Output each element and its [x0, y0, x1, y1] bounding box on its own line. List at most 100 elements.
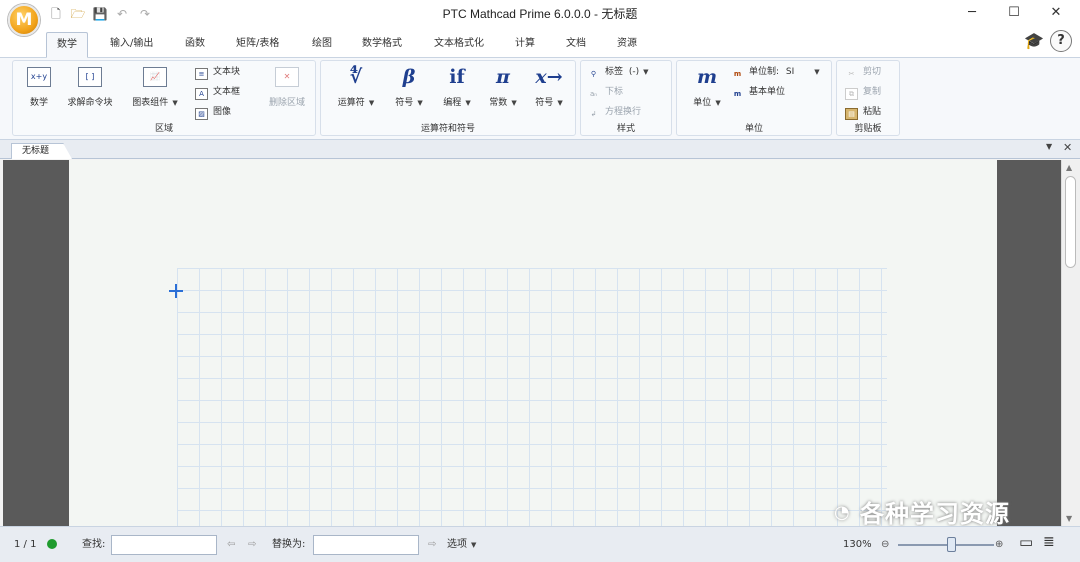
worksheet-grid[interactable]	[177, 268, 887, 526]
page-indicator: 1 / 1	[14, 539, 37, 550]
subscript-button[interactable]: aₙ 下标	[587, 84, 623, 100]
equation-break-button[interactable]: ↲ 方程换行	[587, 104, 641, 120]
group-label: 单位	[744, 124, 763, 134]
cut-button[interactable]: ✂ 剪切	[845, 64, 881, 80]
symbols-label: 符号	[395, 98, 414, 108]
if-icon: if	[449, 66, 465, 88]
tab-document[interactable]: 文档	[556, 32, 596, 58]
chart-component-label: 图表组件	[132, 98, 169, 108]
copy-button[interactable]: ⧉ 复制	[845, 84, 881, 100]
unit-system-dropdown[interactable]: m 单位制: SI ▼	[731, 64, 820, 80]
scroll-up-icon[interactable]: ▲	[1066, 163, 1072, 172]
image-button[interactable]: ▨ 图像	[195, 104, 231, 120]
delete-region-icon: ✕	[275, 67, 299, 87]
calc-status-icon	[47, 539, 57, 549]
solve-block-button[interactable]: [ ] 求解命令块	[63, 65, 117, 108]
maximize-button[interactable]: ☐	[993, 0, 1035, 26]
symbolics-label: 符号	[535, 98, 554, 108]
find-input[interactable]	[111, 535, 217, 555]
equation-break-label: 方程换行	[605, 107, 642, 117]
tab-list-dropdown-icon[interactable]: ▼	[1046, 142, 1052, 151]
units-label: 单位	[693, 98, 712, 108]
ribbon-tab-row: 数学 输入/输出 函数 矩阵/表格 绘图 数学格式 文本格式化 计算 文档 资源	[0, 28, 1080, 58]
unit-system-value: SI	[785, 67, 795, 77]
replace-go-icon[interactable]: ⇨	[428, 538, 436, 552]
save-icon[interactable]: 💾	[92, 6, 108, 22]
tab-io[interactable]: 输入/输出	[100, 32, 163, 58]
paste-label: 粘贴	[863, 107, 882, 117]
group-clipboard: ✂ 剪切 ⧉ 复制 ▤ 粘贴 剪贴板	[836, 60, 900, 136]
text-box-icon: A	[195, 88, 208, 100]
replace-input[interactable]	[313, 535, 419, 555]
tab-math[interactable]: 数学	[46, 32, 88, 58]
find-previous-icon[interactable]: ⇦	[227, 538, 235, 552]
scroll-thumb[interactable]	[1065, 176, 1076, 268]
text-box-button[interactable]: A 文本框	[195, 84, 240, 100]
new-document-icon[interactable]: 🗋	[48, 6, 64, 22]
programming-button[interactable]: if 编程 ▼	[435, 65, 479, 108]
close-button[interactable]: ✕	[1035, 0, 1077, 26]
app-window: M 🗋 🗁 💾 ↶ ↷ PTC Mathcad Prime 6.0.0.0 - …	[0, 0, 1080, 562]
document-tab[interactable]: 无标题	[11, 143, 73, 159]
symbols-button[interactable]: β 符号 ▼	[387, 65, 431, 108]
worksheet-area[interactable]	[3, 160, 1061, 526]
operators-label: 运算符	[337, 98, 365, 108]
constants-button[interactable]: π 常数 ▼	[481, 65, 525, 108]
find-next-icon[interactable]: ⇨	[248, 538, 256, 552]
ribbon: x+y 数学 [ ] 求解命令块 📈 图表组件 ▼ ≡ 文本块 A 文本框 ▨ 图像 ✕	[0, 58, 1080, 140]
vertical-scrollbar[interactable]: ▲ ▼	[1061, 160, 1080, 526]
base-unit-button[interactable]: m 基本单位	[731, 84, 785, 100]
zoom-out-icon[interactable]: ⊖	[881, 538, 889, 552]
operators-button[interactable]: ∜ 运算符 ▼	[331, 65, 381, 108]
tab-math-format[interactable]: 数学格式	[352, 32, 412, 58]
text-block-button[interactable]: ≡ 文本块	[195, 64, 240, 80]
draft-view-icon[interactable]: ≣	[1043, 535, 1055, 549]
unit-system-icon: m	[733, 70, 742, 78]
zoom-slider-thumb[interactable]	[947, 537, 956, 552]
mathcad-logo-button[interactable]: M	[8, 4, 40, 36]
symbolics-button[interactable]: x→ 符号 ▼	[527, 65, 571, 108]
label-dropdown[interactable]: ⚲ 标签 (-) ▼	[587, 64, 649, 80]
programming-label: 编程	[443, 98, 462, 108]
image-icon: ▨	[195, 108, 208, 120]
symbolic-arrow-icon: x→	[535, 66, 563, 88]
tab-functions[interactable]: 函数	[175, 32, 215, 58]
learning-hat-icon[interactable]: 🎓	[1022, 31, 1046, 53]
label-label: 标签	[605, 67, 624, 77]
base-unit-label: 基本单位	[749, 87, 786, 97]
text-box-label: 文本框	[213, 87, 241, 97]
group-label: 剪贴板	[854, 124, 882, 134]
delete-region-label: 删除区域	[268, 98, 305, 108]
solve-block-icon: [ ]	[78, 67, 102, 87]
tab-resources[interactable]: 资源	[607, 32, 647, 58]
help-button[interactable]: ?	[1050, 30, 1072, 52]
label-value: (-)	[628, 67, 640, 77]
zoom-level: 130%	[843, 539, 872, 550]
tab-text-format[interactable]: 文本格式化	[424, 32, 494, 58]
tab-calculation[interactable]: 计算	[505, 32, 545, 58]
paste-button[interactable]: ▤ 粘贴	[845, 104, 881, 120]
math-region-label: 数学	[29, 98, 48, 108]
zoom-slider-track[interactable]	[898, 544, 994, 546]
unit-system-label: 单位制:	[749, 67, 780, 77]
options-button[interactable]: 选项 ▼	[447, 538, 476, 552]
unit-m-icon: m	[696, 66, 718, 88]
close-document-icon[interactable]: ✕	[1063, 141, 1072, 154]
page-view-icon[interactable]: ▭	[1019, 535, 1033, 550]
redo-icon[interactable]: ↷	[137, 6, 153, 22]
chart-component-button[interactable]: 📈 图表组件 ▼	[125, 65, 185, 108]
open-folder-icon[interactable]: 🗁	[70, 6, 86, 22]
group-units: m 单位 ▼ m 单位制: SI ▼ m 基本单位 单位	[676, 60, 832, 136]
tab-plots[interactable]: 绘图	[302, 32, 342, 58]
scroll-down-icon[interactable]: ▼	[1066, 514, 1072, 523]
undo-icon[interactable]: ↶	[114, 6, 130, 22]
image-label: 图像	[213, 107, 232, 117]
zoom-in-icon[interactable]: ⊕	[995, 538, 1003, 552]
subscript-icon: aₙ	[589, 90, 598, 98]
minimize-button[interactable]: ─	[951, 0, 993, 26]
math-region-button[interactable]: x+y 数学	[21, 65, 57, 108]
tab-matrix[interactable]: 矩阵/表格	[226, 32, 289, 58]
delete-region-button[interactable]: ✕ 删除区域	[263, 65, 311, 108]
worksheet-page[interactable]	[69, 160, 997, 526]
units-button[interactable]: m 单位 ▼	[685, 65, 729, 108]
